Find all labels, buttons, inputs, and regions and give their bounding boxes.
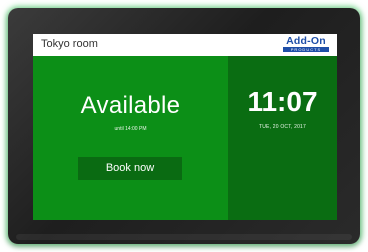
room-display-screen: Tokyo room Add-On PRODUCTS Available unt…	[33, 34, 337, 220]
logo-text: Add-On	[286, 35, 326, 47]
logo-subtext: PRODUCTS	[283, 47, 329, 52]
current-date: TUE, 20 OCT, 2017	[258, 124, 307, 130]
room-name: Tokyo room	[41, 38, 98, 50]
add-on-products-logo: Add-On PRODUCTS	[281, 36, 331, 54]
bezel-stripe	[16, 234, 352, 240]
current-time: 11:07	[247, 86, 318, 117]
book-now-button[interactable]: Book now	[78, 157, 182, 180]
available-until-text: until 14:00 PM	[114, 126, 147, 132]
availability-status: Available	[80, 92, 181, 119]
header-bar: Tokyo room Add-On PRODUCTS	[33, 34, 337, 56]
availability-panel: Available until 14:00 PM Book now	[33, 56, 228, 220]
clock-panel: 11:07 TUE, 20 OCT, 2017	[228, 56, 337, 220]
